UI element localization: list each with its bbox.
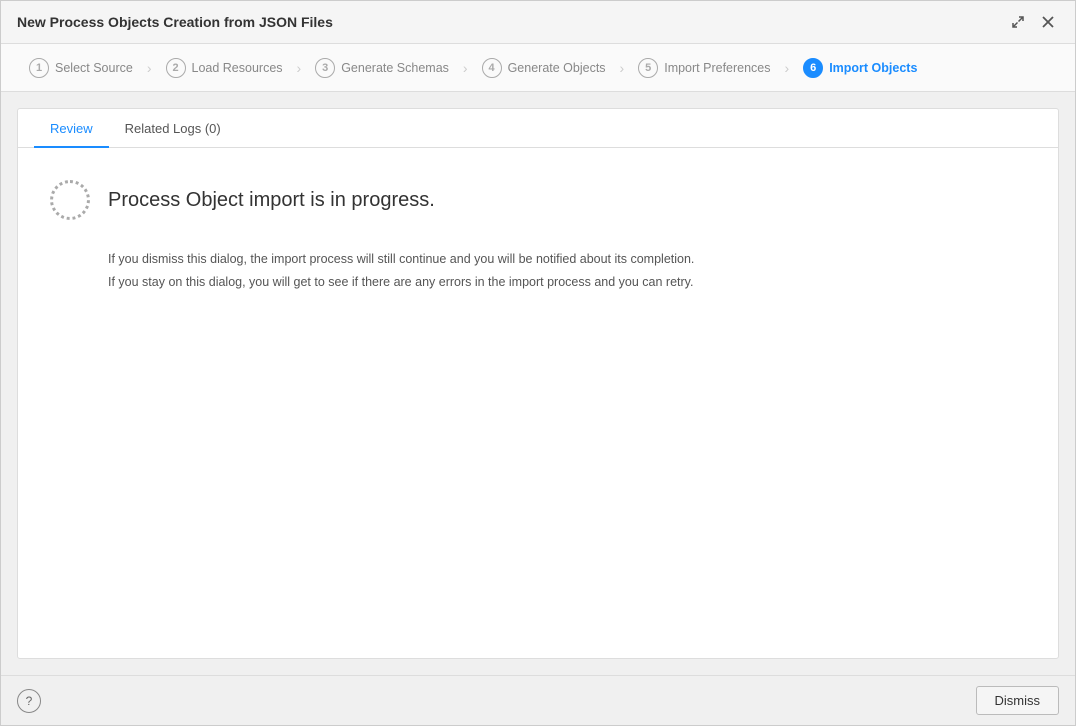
step-1-circle: 1 bbox=[29, 58, 49, 78]
step-2-label: Load Resources bbox=[192, 61, 283, 75]
close-button[interactable] bbox=[1037, 11, 1059, 33]
step-6-circle: 6 bbox=[803, 58, 823, 78]
divider-1: › bbox=[145, 60, 154, 76]
card-body: Process Object import is in progress. If… bbox=[18, 148, 1058, 658]
step-5-label: Import Preferences bbox=[664, 61, 770, 75]
tab-review[interactable]: Review bbox=[34, 109, 109, 148]
progress-section: Process Object import is in progress. bbox=[50, 180, 1026, 220]
step-1[interactable]: 1 Select Source bbox=[17, 58, 145, 78]
content-area: Review Related Logs (0) Process Object i… bbox=[1, 92, 1075, 675]
step-3-label: Generate Schemas bbox=[341, 61, 449, 75]
step-2[interactable]: 2 Load Resources bbox=[154, 58, 295, 78]
step-4-label: Generate Objects bbox=[508, 61, 606, 75]
tab-related-logs[interactable]: Related Logs (0) bbox=[109, 109, 237, 148]
spinner-animation bbox=[50, 180, 90, 220]
divider-5: › bbox=[783, 60, 792, 76]
tabs: Review Related Logs (0) bbox=[18, 109, 1058, 148]
spinner-icon bbox=[50, 180, 90, 220]
step-1-label: Select Source bbox=[55, 61, 133, 75]
step-3-circle: 3 bbox=[315, 58, 335, 78]
info-line-1: If you dismiss this dialog, the import p… bbox=[108, 248, 1026, 271]
step-2-circle: 2 bbox=[166, 58, 186, 78]
main-card: Review Related Logs (0) Process Object i… bbox=[17, 108, 1059, 659]
step-3[interactable]: 3 Generate Schemas bbox=[303, 58, 461, 78]
dismiss-button[interactable]: Dismiss bbox=[976, 686, 1060, 715]
step-5-circle: 5 bbox=[638, 58, 658, 78]
divider-3: › bbox=[461, 60, 470, 76]
steps-bar: 1 Select Source › 2 Load Resources › 3 G… bbox=[1, 44, 1075, 92]
title-actions bbox=[1007, 11, 1059, 33]
info-line-2: If you stay on this dialog, you will get… bbox=[108, 271, 1026, 294]
step-4[interactable]: 4 Generate Objects bbox=[470, 58, 618, 78]
title-bar: New Process Objects Creation from JSON F… bbox=[1, 1, 1075, 44]
step-4-circle: 4 bbox=[482, 58, 502, 78]
divider-2: › bbox=[295, 60, 304, 76]
progress-title: Process Object import is in progress. bbox=[108, 189, 435, 212]
dialog: New Process Objects Creation from JSON F… bbox=[0, 0, 1076, 726]
footer: ? Dismiss bbox=[1, 675, 1075, 725]
info-text: If you dismiss this dialog, the import p… bbox=[108, 248, 1026, 293]
help-button[interactable]: ? bbox=[17, 689, 41, 713]
step-6-label: Import Objects bbox=[829, 61, 917, 75]
expand-button[interactable] bbox=[1007, 11, 1029, 33]
step-6[interactable]: 6 Import Objects bbox=[791, 58, 929, 78]
step-5[interactable]: 5 Import Preferences bbox=[626, 58, 782, 78]
dialog-title: New Process Objects Creation from JSON F… bbox=[17, 14, 333, 30]
divider-4: › bbox=[618, 60, 627, 76]
